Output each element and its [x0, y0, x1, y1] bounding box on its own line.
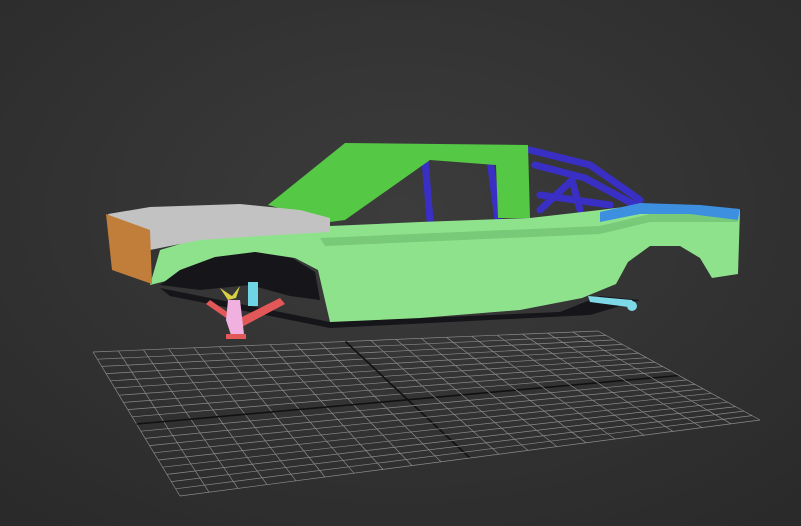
- hub-base: [226, 334, 246, 339]
- 3d-viewport[interactable]: [0, 0, 801, 526]
- cage-tube-b-pillar: [421, 156, 434, 224]
- viewport-scene[interactable]: [0, 0, 801, 526]
- rear-arm-bushing: [627, 301, 637, 311]
- coil-spring: [248, 282, 258, 306]
